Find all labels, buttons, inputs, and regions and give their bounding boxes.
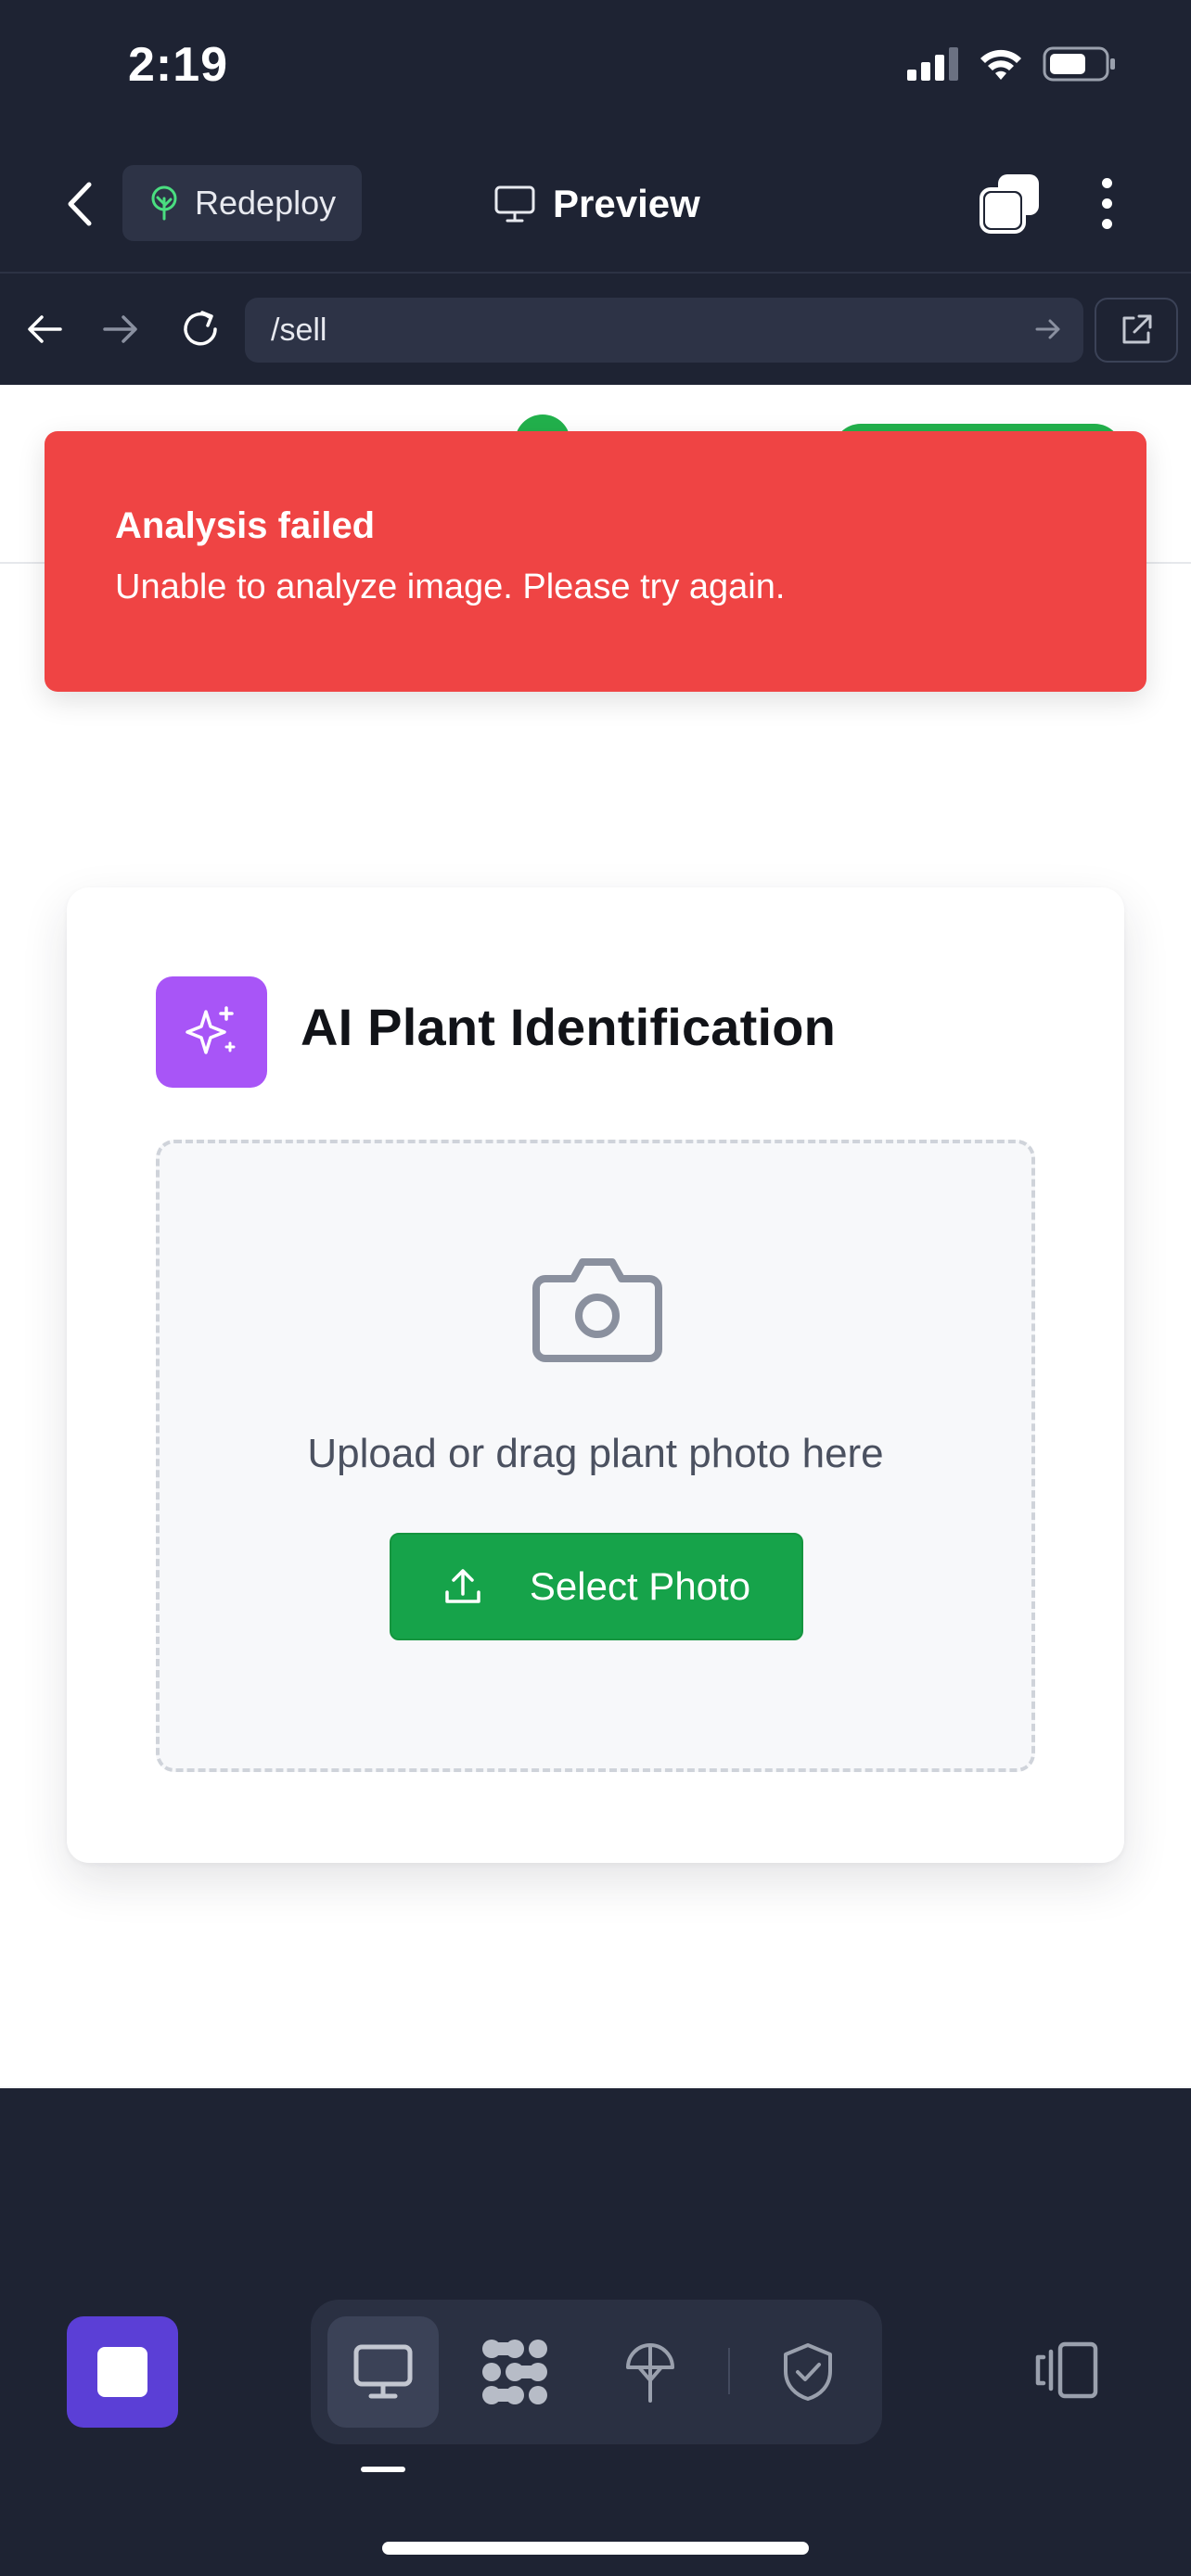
device-switch-icon [1035,2341,1098,2399]
stop-button[interactable] [67,2316,178,2428]
tabs-icon [980,174,1039,234]
arrow-right-small-icon[interactable] [1030,311,1067,348]
select-photo-label: Select Photo [529,1564,751,1608]
dropzone-text: Upload or drag plant photo here [307,1431,884,1476]
back-button[interactable] [56,176,102,232]
preview-title: Preview [493,176,700,232]
preview-label: Preview [553,182,700,225]
status-icons [907,46,1117,82]
more-options-button[interactable] [1093,172,1121,234]
active-tool-indicator [361,2467,405,2472]
bottom-toolbar [0,2259,1191,2576]
toast-title: Analysis failed [115,505,376,546]
arrow-left-icon [28,315,62,343]
url-input[interactable]: /sell [245,298,1083,363]
redeploy-label: Redeploy [195,184,337,222]
tool-blocks[interactable] [459,2316,570,2428]
photo-dropzone[interactable]: Upload or drag plant photo here Select P… [156,1140,1035,1772]
signal-icon [907,47,958,81]
blocks-icon [482,2340,547,2404]
redeploy-button[interactable]: Redeploy [122,165,363,241]
ai-badge [156,976,267,1088]
error-toast[interactable]: Analysis failed Unable to analyze image.… [45,431,1146,692]
browser-bar: /sell [0,275,1191,385]
app-header: Redeploy Preview [0,139,1191,274]
sparkles-icon [186,1006,236,1054]
tool-deploy[interactable] [595,2316,706,2428]
wifi-icon [980,49,1021,80]
tree-icon [151,185,177,221]
open-external-button[interactable] [1095,298,1178,363]
status-time: 2:19 [128,38,229,92]
upload-icon [445,1569,480,1603]
monitor-icon [353,2344,413,2399]
tool-group [311,2300,882,2444]
browser-forward-button[interactable] [93,301,148,357]
refresh-icon [184,311,217,346]
tool-preview[interactable] [327,2316,439,2428]
browser-refresh-button[interactable] [173,301,228,357]
chevron-left-icon [68,182,92,226]
home-indicator [382,2542,809,2555]
browser-back-button[interactable] [17,301,72,357]
tabs-button[interactable] [980,172,1041,234]
tree-icon [626,2343,674,2403]
external-link-icon [1122,314,1152,344]
status-bar: 2:19 [0,0,1191,139]
battery-icon [1043,46,1115,82]
toast-message: Unable to analyze image. Please try agai… [115,567,786,606]
camera-icon [532,1258,662,1362]
ai-identification-card: AI Plant Identification Upload or drag p… [67,887,1124,1863]
tool-security[interactable] [752,2316,864,2428]
page-footer [0,2086,1191,2088]
tool-divider [728,2348,730,2394]
shield-check-icon [784,2343,832,2401]
page-content: Analysis failed Unable to analyze image.… [0,385,1191,2088]
url-text: /sell [271,312,327,348]
device-switch-button[interactable] [1031,2331,1100,2409]
arrow-right-icon [103,315,137,343]
more-vertical-icon [1101,177,1112,188]
card-title: AI Plant Identification [301,998,837,1056]
stop-icon [97,2347,147,2397]
monitor-icon [494,185,535,223]
select-photo-button[interactable]: Select Photo [390,1533,803,1640]
